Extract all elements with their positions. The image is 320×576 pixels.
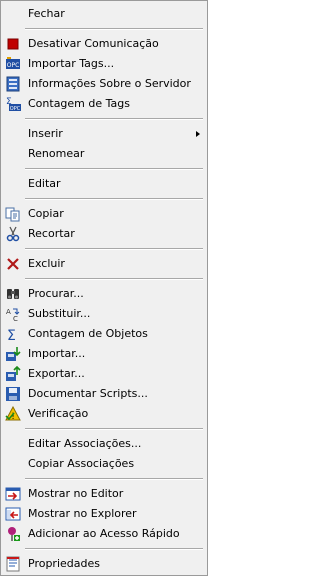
menu-item-label: Inserir <box>28 127 63 140</box>
menu-item-contagem-objetos[interactable]: Σ Contagem de Objetos <box>1 324 207 344</box>
menu-item-fechar[interactable]: Fechar <box>1 4 207 24</box>
menu-item-verificacao[interactable]: ! Verificação <box>1 404 207 424</box>
delete-x-icon <box>5 256 21 272</box>
export-icon <box>5 366 21 382</box>
menu-item-label: Editar Associações... <box>28 437 142 450</box>
menu-separator <box>1 194 207 204</box>
menu-item-renomear[interactable]: Renomear <box>1 144 207 164</box>
menu-item-label: Copiar Associações <box>28 457 135 470</box>
menu-item-label: Contagem de Objetos <box>28 327 148 340</box>
show-in-editor-icon <box>5 486 21 502</box>
opc-import-icon: OPC <box>5 56 21 72</box>
binoculars-icon <box>5 286 21 302</box>
import-icon <box>5 346 21 362</box>
menu-item-mostrar-explorer[interactable]: Mostrar no Explorer <box>1 504 207 524</box>
menu-item-mostrar-editor[interactable]: Mostrar no Editor <box>1 484 207 504</box>
menu-item-label: Importar... <box>28 347 86 360</box>
submenu-arrow-icon <box>196 131 200 137</box>
server-info-icon <box>5 76 21 92</box>
menu-item-label: Mostrar no Explorer <box>28 507 137 520</box>
context-menu: Fechar Desativar Comunicação OPC Importa… <box>0 0 208 576</box>
warning-check-icon: ! <box>5 406 21 422</box>
menu-separator <box>1 24 207 34</box>
menu-item-contagem-tags[interactable]: Σ OPC Contagem de Tags <box>1 94 207 114</box>
svg-text:A: A <box>6 308 11 316</box>
menu-item-label: Informações Sobre o Servidor <box>28 77 191 90</box>
menu-item-recortar[interactable]: Recortar <box>1 224 207 244</box>
menu-item-propriedades[interactable]: Propriedades <box>1 554 207 574</box>
menu-item-label: Documentar Scripts... <box>28 387 148 400</box>
menu-item-label: Propriedades <box>28 557 100 570</box>
menu-item-procurar[interactable]: Procurar... <box>1 284 207 304</box>
svg-text:Σ: Σ <box>7 328 16 342</box>
menu-item-label: Substituir... <box>28 307 91 320</box>
properties-icon <box>5 556 21 572</box>
menu-item-desativar-comunicacao[interactable]: Desativar Comunicação <box>1 34 207 54</box>
replace-icon: AC <box>5 306 21 322</box>
menu-item-label: Mostrar no Editor <box>28 487 124 500</box>
menu-item-substituir[interactable]: AC Substituir... <box>1 304 207 324</box>
menu-item-label: Verificação <box>28 407 89 420</box>
menu-item-copiar-associacoes[interactable]: Copiar Associações <box>1 454 207 474</box>
menu-item-label: Renomear <box>28 147 85 160</box>
menu-item-label: Procurar... <box>28 287 84 300</box>
menu-item-editar-associacoes[interactable]: Editar Associações... <box>1 434 207 454</box>
menu-separator <box>1 474 207 484</box>
menu-rows: Fechar Desativar Comunicação OPC Importa… <box>1 1 207 574</box>
menu-item-importar-tags[interactable]: OPC Importar Tags... <box>1 54 207 74</box>
menu-separator <box>1 164 207 174</box>
svg-text:C: C <box>13 315 18 322</box>
opc-sum-icon: Σ OPC <box>5 96 21 112</box>
scissors-icon <box>5 226 21 242</box>
menu-item-label: Importar Tags... <box>28 57 115 70</box>
menu-item-copiar[interactable]: Copiar <box>1 204 207 224</box>
quick-access-add-icon <box>5 526 21 542</box>
menu-item-label: Desativar Comunicação <box>28 37 159 50</box>
menu-item-adicionar-acesso-rapido[interactable]: Adicionar ao Acesso Rápido <box>1 524 207 544</box>
copy-icon <box>5 206 21 222</box>
menu-item-label: Adicionar ao Acesso Rápido <box>28 527 180 540</box>
menu-item-inserir[interactable]: Inserir <box>1 124 207 144</box>
menu-separator <box>1 114 207 124</box>
svg-text:OPC: OPC <box>7 62 20 69</box>
menu-item-importar[interactable]: Importar... <box>1 344 207 364</box>
sigma-icon: Σ <box>5 326 21 342</box>
menu-separator <box>1 244 207 254</box>
menu-item-excluir[interactable]: Excluir <box>1 254 207 274</box>
menu-item-label: Recortar <box>28 227 75 240</box>
menu-item-label: Exportar... <box>28 367 85 380</box>
menu-item-label: Editar <box>28 177 61 190</box>
menu-item-label: Fechar <box>28 7 65 20</box>
stop-square-icon <box>5 36 21 52</box>
menu-item-label: Contagem de Tags <box>28 97 130 110</box>
show-in-explorer-icon <box>5 506 21 522</box>
save-document-icon <box>5 386 21 402</box>
menu-item-editar[interactable]: Editar <box>1 174 207 194</box>
svg-text:OPC: OPC <box>10 106 21 112</box>
menu-item-informacoes-servidor[interactable]: Informações Sobre o Servidor <box>1 74 207 94</box>
menu-item-label: Copiar <box>28 207 64 220</box>
menu-separator <box>1 274 207 284</box>
menu-item-documentar-scripts[interactable]: Documentar Scripts... <box>1 384 207 404</box>
menu-item-label: Excluir <box>28 257 65 270</box>
menu-separator <box>1 544 207 554</box>
menu-item-exportar[interactable]: Exportar... <box>1 364 207 384</box>
menu-separator <box>1 424 207 434</box>
